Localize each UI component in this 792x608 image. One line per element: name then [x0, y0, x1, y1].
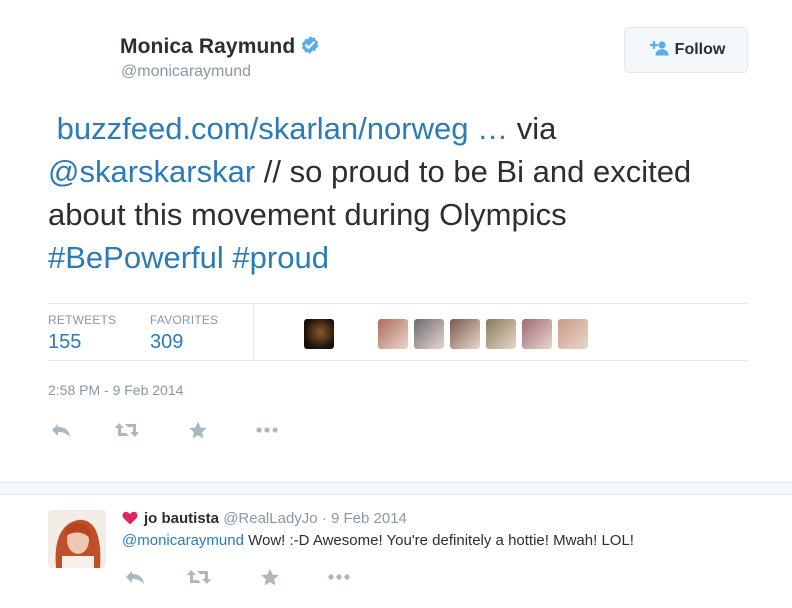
reply-author-name[interactable]: jo bautista: [144, 510, 219, 527]
reply-icon[interactable]: [122, 567, 148, 587]
favoriter-avatar[interactable]: [486, 319, 516, 349]
reply-text: @monicaraymund Wow! :-D Awesome! You're …: [122, 532, 634, 549]
favorites-label: FAVORITES: [150, 313, 219, 327]
follow-button[interactable]: Follow: [624, 27, 748, 73]
more-icon[interactable]: [326, 567, 352, 587]
favorite-icon[interactable]: [185, 420, 211, 440]
favoriter-avatar[interactable]: [378, 319, 408, 349]
tweet-via: via: [516, 111, 557, 146]
favoriter-avatar[interactable]: [304, 319, 334, 349]
retweets-count[interactable]: 155: [48, 331, 116, 354]
retweet-icon[interactable]: [114, 420, 140, 440]
hashtag-proud[interactable]: #proud: [232, 240, 329, 275]
author-name[interactable]: Monica Raymund: [120, 35, 320, 61]
favoriter-avatar[interactable]: [558, 319, 588, 349]
favorites-stat[interactable]: FAVORITES 309: [150, 313, 218, 354]
retweets-label: RETWEETS: [48, 313, 117, 327]
reply-timestamp[interactable]: 9 Feb 2014: [331, 510, 407, 527]
favoriter-avatar[interactable]: [450, 319, 480, 349]
more-icon[interactable]: [254, 420, 280, 440]
link-ellipsis[interactable]: …: [468, 111, 516, 146]
reply-header: jo bautista @RealLadyJo · 9 Feb 2014: [122, 510, 407, 529]
reply-dot-separator: ·: [321, 510, 327, 527]
tweet-mention[interactable]: @skarskarskar: [48, 154, 255, 189]
follow-button-label: Follow: [674, 41, 726, 58]
reply-avatar[interactable]: [48, 510, 106, 568]
author-name-text[interactable]: Monica Raymund: [120, 35, 295, 58]
reply-tweet: jo bautista @RealLadyJo · 9 Feb 2014 @mo…: [0, 495, 792, 608]
main-tweet: Monica Raymund @monicaraymund Follow buz…: [0, 0, 792, 470]
favorite-icon[interactable]: [257, 567, 283, 587]
tweet-text: buzzfeed.com/skarlan/norweg … via @skarsk…: [48, 107, 748, 279]
follow-user-icon: [647, 40, 675, 61]
author-avatar-area: [48, 30, 108, 90]
tweet-timestamp[interactable]: 2:58 PM - 9 Feb 2014: [48, 382, 183, 398]
reply-icon[interactable]: [48, 420, 74, 440]
favorites-count[interactable]: 309: [150, 331, 218, 354]
tweet-stats: RETWEETS 155 FAVORITES 309: [48, 303, 748, 361]
reply-separator: [0, 482, 792, 495]
hashtag-bepowerful[interactable]: #BePowerful: [48, 240, 224, 275]
reply-author-handle[interactable]: @RealLadyJo: [223, 510, 317, 527]
author-handle[interactable]: @monicaraymund: [121, 63, 251, 81]
reply-body: Wow! :-D Awesome! You're definitely a ho…: [243, 532, 634, 549]
retweet-icon[interactable]: [186, 567, 212, 587]
heart-icon: [122, 511, 138, 529]
favoriter-avatar[interactable]: [522, 319, 552, 349]
stats-divider: [253, 304, 254, 360]
verified-badge-icon: [300, 35, 320, 61]
reply-mention[interactable]: @monicaraymund: [122, 532, 244, 549]
retweets-stat[interactable]: RETWEETS 155: [48, 313, 116, 354]
favoriter-avatar[interactable]: [414, 319, 444, 349]
tweet-link[interactable]: buzzfeed.com/skarlan/norweg: [57, 111, 469, 146]
